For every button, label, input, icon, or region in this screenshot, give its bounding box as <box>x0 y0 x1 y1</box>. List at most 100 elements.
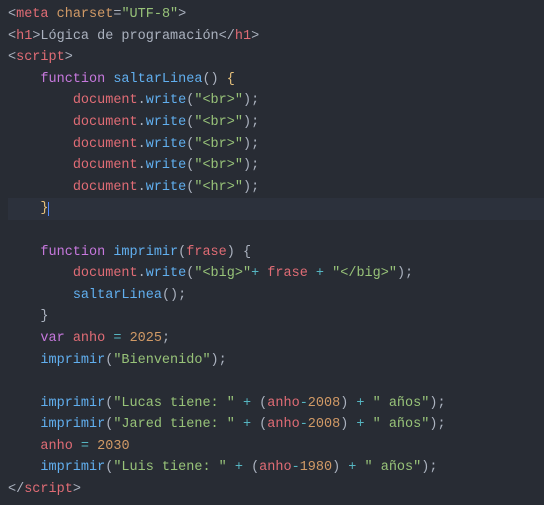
token-ident: document <box>73 93 138 108</box>
code-line[interactable]: } <box>8 198 544 220</box>
token-num: 2008 <box>308 417 340 432</box>
token-punct: < <box>8 7 16 22</box>
code-line[interactable]: function saltarLinea() { <box>8 69 544 91</box>
code-line[interactable]: imprimir("Jared tiene: " + (anho-2008) +… <box>8 414 544 436</box>
token-blue: write <box>146 93 187 108</box>
code-line[interactable]: <script> <box>8 47 544 69</box>
token-blue: write <box>146 115 187 130</box>
code-line[interactable] <box>8 220 544 242</box>
code-line[interactable]: imprimir("Luis tiene: " + (anho-1980) + … <box>8 457 544 479</box>
token-punct: { <box>235 245 251 260</box>
token-ident: document <box>73 158 138 173</box>
token-plain <box>8 158 73 173</box>
token-plain <box>8 180 73 195</box>
code-line[interactable]: <h1>Lógica de programación</h1> <box>8 26 544 48</box>
token-punct: > <box>65 50 73 65</box>
token-punct: ); <box>243 93 259 108</box>
token-tag: meta <box>16 7 48 22</box>
token-punct: ; <box>162 331 170 346</box>
token-ident: anho <box>40 439 72 454</box>
token-tag: h1 <box>16 29 32 44</box>
code-line[interactable]: anho = 2030 <box>8 436 544 458</box>
token-plain <box>8 266 73 281</box>
token-string: "<hr>" <box>194 180 243 195</box>
token-plain <box>8 396 40 411</box>
token-punct: ); <box>243 158 259 173</box>
token-string: "<big>" <box>194 266 251 281</box>
token-string: "<br>" <box>194 158 243 173</box>
token-punct: (); <box>162 288 186 303</box>
token-cyan: + <box>356 417 364 432</box>
token-yellow: { <box>227 72 235 87</box>
token-plain <box>227 460 235 475</box>
token-plain <box>235 417 243 432</box>
code-line[interactable]: imprimir("Lucas tiene: " + (anho-2008) +… <box>8 393 544 415</box>
code-line[interactable]: </script> <box>8 479 544 501</box>
token-plain <box>8 331 40 346</box>
token-blue: imprimir <box>40 460 105 475</box>
token-plain <box>8 460 40 475</box>
code-line[interactable] <box>8 371 544 393</box>
token-keyword: function <box>40 72 105 87</box>
token-punct: ); <box>397 266 413 281</box>
token-tag: script <box>16 50 65 65</box>
token-ident: frase <box>186 245 227 260</box>
token-punct: Lógica de programación <box>40 29 218 44</box>
token-blue: imprimir <box>40 396 105 411</box>
token-blue: write <box>146 180 187 195</box>
token-ident: anho <box>267 417 299 432</box>
token-punct: ); <box>211 353 227 368</box>
code-line[interactable]: imprimir("Bienvenido"); <box>8 350 544 372</box>
token-num: 2008 <box>308 396 340 411</box>
token-ident: anho <box>267 396 299 411</box>
token-keyword: function <box>40 245 105 260</box>
code-line[interactable]: <meta charset="UTF-8"> <box>8 4 544 26</box>
token-num: 2025 <box>130 331 162 346</box>
code-line[interactable]: saltarLinea(); <box>8 285 544 307</box>
token-punct: ); <box>421 460 437 475</box>
token-plain <box>73 439 81 454</box>
token-cyan: + <box>243 417 251 432</box>
token-plain <box>308 266 316 281</box>
token-cyan: + <box>251 266 259 281</box>
token-cyan: - <box>300 396 308 411</box>
token-plain <box>8 137 73 152</box>
code-editor[interactable]: <meta charset="UTF-8"><h1 > Lógica de prog… <box>0 0 544 505</box>
code-line[interactable]: var anho = 2025; <box>8 328 544 350</box>
token-cyan: + <box>316 266 324 281</box>
code-line[interactable]: function imprimir(frase) { <box>8 242 544 264</box>
code-line[interactable]: document.write("<br>"); <box>8 112 544 134</box>
token-punct: ( <box>243 460 259 475</box>
token-string: "<br>" <box>194 115 243 130</box>
token-string: "Bienvenido" <box>113 353 210 368</box>
code-line[interactable]: document.write("<br>"); <box>8 155 544 177</box>
token-plain <box>121 331 129 346</box>
token-num: 2030 <box>97 439 129 454</box>
token-blue: imprimir <box>40 353 105 368</box>
code-line[interactable]: } <box>8 306 544 328</box>
token-punct: . <box>138 180 146 195</box>
token-punct: . <box>138 93 146 108</box>
token-punct: </ <box>219 29 235 44</box>
token-string: "<br>" <box>194 93 243 108</box>
token-string: " años" <box>365 460 422 475</box>
token-plain <box>365 417 373 432</box>
text-cursor <box>48 202 49 217</box>
token-plain <box>8 72 40 87</box>
token-string: " años" <box>373 396 430 411</box>
token-string: "</big>" <box>332 266 397 281</box>
token-punct: > <box>178 7 186 22</box>
code-line[interactable]: document.write("<br>"); <box>8 134 544 156</box>
token-string: " años" <box>373 417 430 432</box>
code-line[interactable]: document.write("<br>"); <box>8 90 544 112</box>
code-line[interactable]: document.write("<big>"+ frase + "</big>"… <box>8 263 544 285</box>
token-punct: ) <box>332 460 348 475</box>
token-ident: frase <box>267 266 308 281</box>
token-plain <box>8 245 40 260</box>
token-punct: ); <box>243 115 259 130</box>
token-blue: write <box>146 266 187 281</box>
code-line[interactable]: document.write("<hr>"); <box>8 177 544 199</box>
token-punct: ); <box>429 396 445 411</box>
token-ident: document <box>73 266 138 281</box>
token-blue: write <box>146 158 187 173</box>
